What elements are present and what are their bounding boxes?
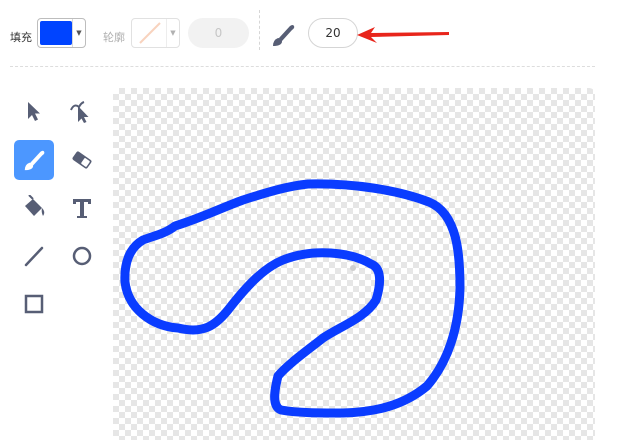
fill-label: 填充 [10,31,32,44]
eraser-icon [72,151,92,169]
arrow-cursor-icon [28,102,40,121]
brush-tool-button[interactable] [14,140,54,180]
toolbar-separator [10,66,595,67]
line-icon [24,246,44,267]
fill-bucket-icon [25,195,45,216]
circle-icon [72,246,92,266]
text-tool-button[interactable] [62,188,102,228]
brush-icon [24,150,45,171]
no-color-slash-icon [139,22,161,44]
reshape-cursor-icon [70,101,89,123]
brush-icon [273,25,295,46]
brush-stroke [120,179,465,418]
outline-width-input[interactable]: 0 [188,18,249,48]
rectangle-icon [24,294,44,314]
no-color-swatch [134,21,166,45]
toolbar-divider [259,10,261,50]
chevron-down-icon: ▼ [72,19,85,47]
select-tool-button[interactable] [14,91,54,131]
line-tool-button[interactable] [14,236,54,276]
circle-tool-button[interactable] [62,236,102,276]
reshape-tool-button[interactable] [62,91,102,131]
drawing-canvas[interactable] [113,88,595,440]
fill-tool-button[interactable] [14,188,54,228]
fill-color-picker[interactable]: ▼ [37,18,86,48]
chevron-down-icon: ▼ [166,19,179,47]
outline-label: 轮廓 [103,31,125,44]
annotation-arrow [357,27,449,43]
rectangle-tool-button[interactable] [14,284,54,324]
paint-toolbar: 填充 ▼ 轮廓 ▼ 0 20 [0,0,630,70]
outline-color-picker[interactable]: ▼ [131,18,180,48]
eraser-tool-button[interactable] [62,140,102,180]
fill-color-swatch [40,21,72,45]
brush-size-input[interactable]: 20 [308,18,358,48]
text-icon [73,199,91,218]
